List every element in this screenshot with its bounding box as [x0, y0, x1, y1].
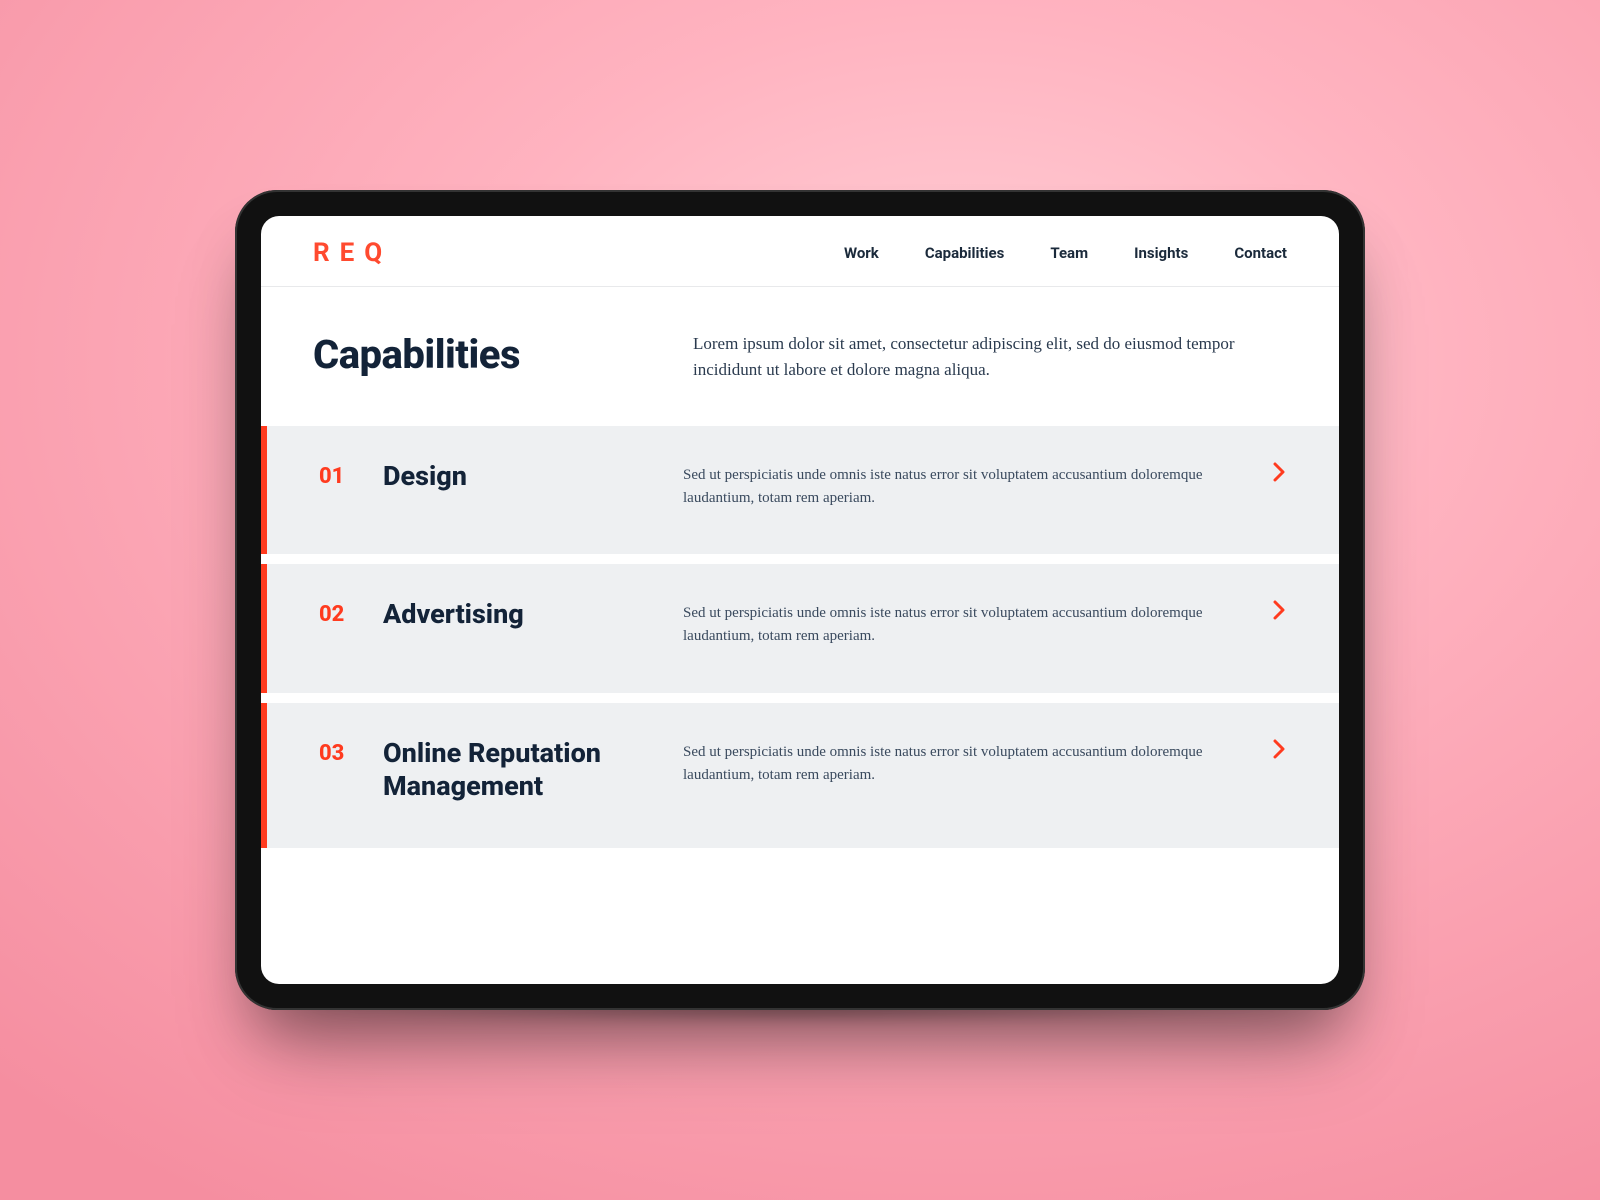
nav-links: Work Capabilities Team Insights Contact [844, 244, 1287, 262]
capability-desc: Sed ut perspiciatis unde omnis iste natu… [683, 460, 1227, 511]
hero: Capabilities Lorem ipsum dolor sit amet,… [261, 287, 1339, 426]
brand-logo[interactable]: REQ [313, 238, 392, 268]
tablet-frame: REQ Work Capabilities Team Insights Cont… [235, 190, 1365, 1010]
nav-link-insights[interactable]: Insights [1134, 244, 1188, 262]
screen: REQ Work Capabilities Team Insights Cont… [261, 216, 1339, 984]
capability-desc: Sed ut perspiciatis unde omnis iste natu… [683, 598, 1227, 649]
chevron-right-icon[interactable] [1227, 598, 1287, 620]
capability-number: 03 [319, 737, 383, 766]
capability-list: 01 Design Sed ut perspiciatis unde omnis… [261, 426, 1339, 849]
capability-row-orm[interactable]: 03 Online Reputation Management Sed ut p… [261, 703, 1339, 849]
chevron-right-icon[interactable] [1227, 737, 1287, 759]
nav-link-capabilities[interactable]: Capabilities [925, 244, 1005, 262]
nav-link-team[interactable]: Team [1050, 244, 1088, 262]
nav-link-contact[interactable]: Contact [1234, 244, 1287, 262]
navbar: REQ Work Capabilities Team Insights Cont… [261, 216, 1339, 287]
capability-title: Advertising [383, 598, 683, 632]
capability-desc: Sed ut perspiciatis unde omnis iste natu… [683, 737, 1227, 788]
capability-number: 02 [319, 598, 383, 627]
page-subtitle: Lorem ipsum dolor sit amet, consectetur … [693, 331, 1287, 384]
capability-title: Online Reputation Management [383, 737, 683, 805]
page-title: Capabilities [313, 331, 643, 384]
chevron-right-icon[interactable] [1227, 460, 1287, 482]
capability-row-advertising[interactable]: 02 Advertising Sed ut perspiciatis unde … [261, 564, 1339, 693]
capability-number: 01 [319, 460, 383, 489]
capability-title: Design [383, 460, 683, 494]
nav-link-work[interactable]: Work [844, 244, 879, 262]
capability-row-design[interactable]: 01 Design Sed ut perspiciatis unde omnis… [261, 426, 1339, 555]
